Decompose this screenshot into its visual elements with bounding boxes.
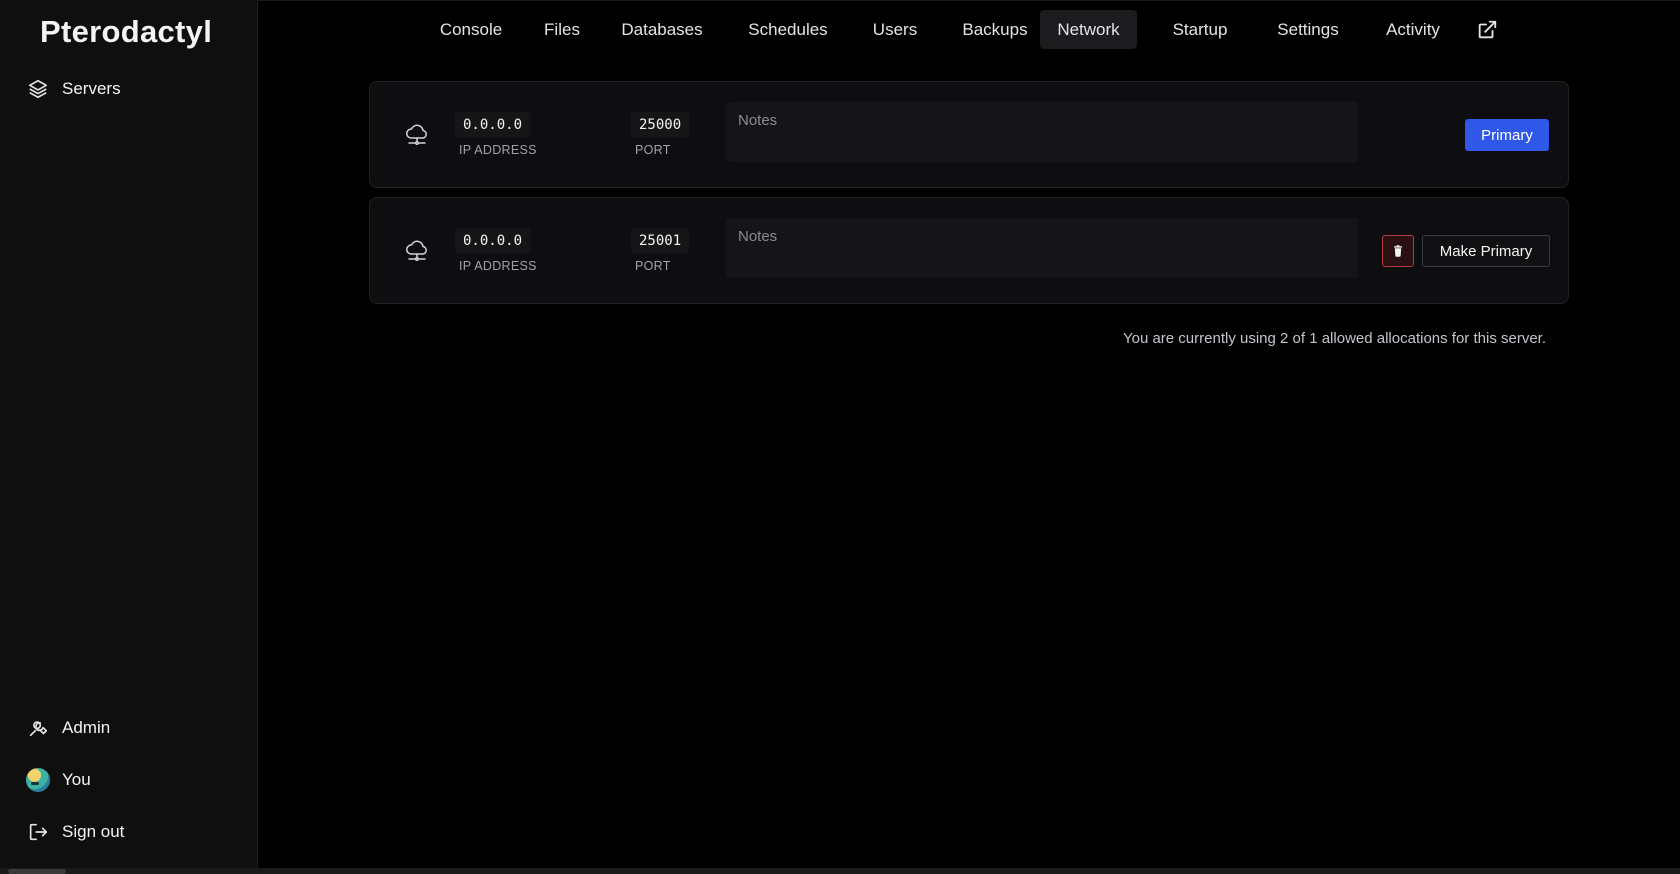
sidebar-item-label: Servers (62, 79, 121, 98)
sidebar-item-label: Sign out (62, 822, 125, 841)
ip-address-label: IP ADDRESS (459, 143, 537, 157)
trash-icon (1394, 245, 1402, 257)
ip-address-label: IP ADDRESS (459, 259, 537, 273)
layers-icon (26, 77, 50, 101)
tab-settings[interactable]: Settings (1263, 10, 1353, 49)
tab-backups[interactable]: Backups (946, 10, 1044, 49)
wrench-icon (26, 716, 50, 740)
tab-users[interactable]: Users (862, 10, 928, 49)
tab-files[interactable]: Files (534, 10, 590, 49)
primary-button[interactable]: Primary (1465, 119, 1549, 151)
tab-network[interactable]: Network (1040, 10, 1137, 49)
sidebar-item-servers[interactable]: Servers (26, 73, 121, 105)
cloud-network-icon (406, 240, 427, 261)
port-label: PORT (635, 143, 671, 157)
notes-field[interactable]: Notes (726, 218, 1358, 278)
avatar (26, 768, 50, 792)
notes-field[interactable]: Notes (726, 102, 1358, 162)
tab-activity[interactable]: Activity (1371, 10, 1455, 49)
allocation-usage-text: You are currently using 2 of 1 allowed a… (1122, 330, 1546, 347)
brand-logo[interactable]: Pterodactyl (40, 14, 212, 50)
sidebar-item-you[interactable]: You (26, 764, 91, 796)
ip-address-value[interactable]: 0.0.0.0 (455, 112, 531, 137)
scrollbar-thumb[interactable] (8, 869, 66, 874)
sidebar-item-admin[interactable]: Admin (26, 712, 110, 744)
ip-address-value[interactable]: 0.0.0.0 (455, 228, 531, 253)
sidebar-item-sign-out[interactable]: Sign out (26, 816, 124, 848)
external-link-icon (1478, 20, 1497, 38)
port-label: PORT (635, 259, 671, 273)
make-primary-button[interactable]: Make Primary (1422, 235, 1550, 267)
tab-startup[interactable]: Startup (1155, 10, 1245, 49)
port-value[interactable]: 25000 (631, 112, 690, 137)
allocation-row: 0.0.0.0 IP ADDRESS 25000 PORT Notes Prim… (369, 81, 1569, 188)
tab-console[interactable]: Console (431, 10, 511, 49)
allocation-row: 0.0.0.0 IP ADDRESS 25001 PORT Notes Make… (369, 197, 1569, 304)
server-nav: Console Files Databases Schedules Users … (258, 0, 1680, 56)
horizontal-scrollbar[interactable] (0, 868, 1680, 874)
sidebar-item-label: Admin (62, 718, 111, 737)
main-content: Console Files Databases Schedules Users … (258, 0, 1680, 868)
cloud-network-icon (406, 124, 427, 145)
delete-allocation-button[interactable] (1382, 235, 1414, 267)
port-value[interactable]: 25001 (631, 228, 690, 253)
sidebar: Pterodactyl Servers Admin You Sign out (0, 0, 258, 868)
sidebar-item-label: You (62, 770, 91, 789)
sign-out-icon (26, 820, 50, 844)
external-link-button[interactable] (1466, 10, 1508, 49)
tab-databases[interactable]: Databases (610, 10, 714, 49)
tab-schedules[interactable]: Schedules (732, 10, 844, 49)
